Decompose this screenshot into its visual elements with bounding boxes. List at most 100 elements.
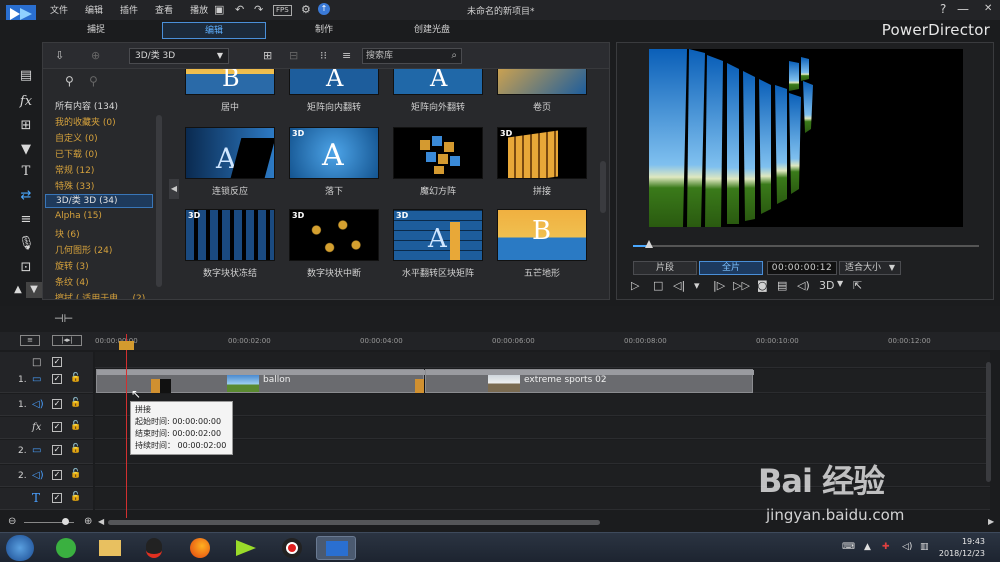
taskbar-firefox-icon[interactable]: [180, 536, 220, 560]
category-item[interactable]: 我的收藏夹 (0): [55, 115, 116, 128]
download-icon[interactable]: ⊕: [91, 49, 100, 62]
category-scrollbar[interactable]: [156, 115, 162, 287]
category-item[interactable]: 常规 (12): [55, 163, 94, 176]
zoom-dropdown[interactable]: 适合大小 ▼: [839, 261, 901, 275]
scroll-left-icon[interactable]: ◀: [98, 517, 104, 526]
keyboard-tray-icon[interactable]: ⌨: [842, 542, 855, 552]
fps-button[interactable]: FPS: [273, 5, 292, 16]
menu-playback[interactable]: 播放: [190, 3, 208, 16]
subtitle-icon[interactable]: ▤: [777, 279, 787, 292]
category-dropdown[interactable]: 3D/类 3D ▼: [129, 48, 229, 64]
thumbnail-item[interactable]: 魔幻方阵: [393, 127, 483, 197]
settings-gear-icon[interactable]: ⚙: [301, 3, 311, 16]
thumbnail-item[interactable]: B 居中: [185, 69, 275, 113]
add-favorite-icon[interactable]: ⊞: [263, 49, 272, 62]
media-room-icon[interactable]: ▤: [18, 68, 34, 84]
chapter-room-icon[interactable]: ⊡: [18, 260, 34, 276]
thumbnail-item[interactable]: 3D A 水平翻转区块矩阵: [393, 209, 483, 279]
lock-icon[interactable]: 🔓: [70, 421, 81, 431]
scroll-right-icon[interactable]: ▶: [988, 517, 994, 526]
category-item[interactable]: 块 (6): [55, 227, 80, 240]
track-enable-checkbox[interactable]: ✓: [52, 445, 62, 455]
category-item[interactable]: 特殊 (33): [55, 179, 94, 192]
menu-edit[interactable]: 编辑: [85, 3, 103, 16]
taskbar-app-360-icon[interactable]: [46, 536, 86, 560]
3d-mode-button[interactable]: 3D: [819, 279, 834, 292]
video-clip-extreme-sports[interactable]: extreme sports 02: [425, 369, 754, 393]
video-clip-ballon[interactable]: ballon: [96, 369, 435, 393]
tray-expand-icon[interactable]: ▲: [864, 542, 871, 552]
track-manager-icon[interactable]: ≡: [20, 335, 40, 346]
lock-icon[interactable]: 🔓: [70, 373, 81, 383]
previous-frame-icon[interactable]: ◁|: [673, 279, 685, 292]
volume-tray-icon[interactable]: ◁): [902, 542, 912, 552]
fit-timeline-icon[interactable]: ⊣⊢: [54, 312, 73, 325]
menu-file[interactable]: 文件: [50, 3, 68, 16]
menu-view[interactable]: 查看: [155, 3, 173, 16]
thumbnail-item[interactable]: A 矩阵向内翻转: [289, 69, 379, 113]
category-item[interactable]: 几何图形 (24): [55, 243, 112, 256]
scroll-up-icon[interactable]: ▲: [10, 282, 26, 298]
track-enable-checkbox[interactable]: ✓: [52, 470, 62, 480]
help-button[interactable]: ?: [940, 2, 946, 16]
redo-icon[interactable]: ↷: [254, 3, 263, 16]
thumbnail-item[interactable]: 3D A 落下: [289, 127, 379, 197]
transition-room-icon[interactable]: ⇄: [18, 188, 34, 204]
category-item[interactable]: 已下载 (0): [55, 147, 98, 160]
minimize-button[interactable]: —: [957, 2, 969, 16]
track-enable-checkbox[interactable]: ✓: [52, 493, 62, 503]
effect-room-icon[interactable]: fx: [18, 94, 34, 110]
scroll-down-icon[interactable]: ▼: [26, 282, 42, 298]
thumbnail-item[interactable]: 3D 拼接: [497, 127, 587, 197]
tab-capture[interactable]: 捕捉: [44, 22, 148, 39]
tab-create-disc[interactable]: 创建光盘: [380, 22, 484, 39]
transition-marker[interactable]: [151, 379, 171, 393]
taskbar-clock[interactable]: 19:43 2018/12/23: [939, 536, 985, 560]
menu-plugins[interactable]: 插件: [120, 3, 138, 16]
movie-mode-button[interactable]: 全片: [699, 261, 763, 275]
taskbar-explorer-icon[interactable]: [90, 536, 130, 560]
voiceover-mic-icon[interactable]: 🎙: [18, 236, 35, 252]
category-item[interactable]: 擦拭 ( 适用于电 ... (2): [55, 291, 145, 299]
search-input[interactable]: 搜索库 ⌕: [362, 48, 462, 64]
thumbnail-item[interactable]: 3D 数字块状中断: [289, 209, 379, 279]
tab-produce[interactable]: 制作: [272, 22, 376, 39]
undo-icon[interactable]: ↶: [235, 3, 244, 16]
tab-edit[interactable]: 编辑: [162, 22, 266, 39]
timecode-display[interactable]: 00:00:00:12: [767, 261, 837, 275]
track-enable-checkbox[interactable]: ✓: [52, 422, 62, 432]
timeline-ruler[interactable]: 00:00:00:00 00:00:02:00 00:00:04:00 00:0…: [95, 334, 1000, 352]
thumbnail-item[interactable]: A 连锁反应: [185, 127, 275, 197]
track-lane[interactable]: [95, 352, 990, 368]
thumbnail-scrollbar[interactable]: [600, 161, 606, 213]
sort-icon[interactable]: ≡: [342, 49, 351, 62]
network-tray-icon[interactable]: ▥: [920, 542, 929, 552]
taskbar-video-app-icon[interactable]: [226, 536, 266, 560]
track-enable-checkbox[interactable]: ✓: [52, 357, 62, 367]
preview-seek-bar[interactable]: [633, 245, 979, 247]
zoom-in-icon[interactable]: ⊕: [84, 516, 92, 527]
play-icon[interactable]: ▷: [631, 279, 639, 292]
timeline-horizontal-scrollbar[interactable]: [108, 520, 600, 525]
clip-mode-button[interactable]: 片段: [633, 261, 697, 275]
remove-tag-icon[interactable]: ⚲: [89, 75, 98, 88]
start-button-icon[interactable]: [6, 535, 34, 561]
thumbnail-item[interactable]: 卷页: [497, 69, 587, 113]
taskbar-recorder-icon[interactable]: [272, 536, 312, 560]
close-button[interactable]: ✕: [984, 3, 992, 14]
grid-view-icon[interactable]: ⁝⁝: [320, 49, 327, 62]
category-item[interactable]: 条纹 (4): [55, 275, 89, 288]
search-icon[interactable]: ⌕: [451, 49, 457, 63]
lock-icon[interactable]: 🔓: [70, 492, 81, 502]
pip-room-icon[interactable]: ⊞: [18, 118, 34, 134]
thumbnail-item[interactable]: B 五芒地形: [497, 209, 587, 279]
fast-forward-icon[interactable]: ▷▷: [733, 279, 750, 292]
audio-mixing-room-icon[interactable]: ≡: [18, 212, 34, 228]
security-tray-icon[interactable]: ✚: [882, 542, 890, 552]
split-marker-icon[interactable]: ▾: [694, 279, 700, 292]
category-item[interactable]: 旋转 (3): [55, 259, 89, 272]
particle-room-icon[interactable]: ▼: [18, 142, 34, 158]
seek-handle[interactable]: [645, 240, 653, 248]
category-item[interactable]: Alpha (15): [55, 211, 102, 221]
track-enable-checkbox[interactable]: ✓: [52, 374, 62, 384]
